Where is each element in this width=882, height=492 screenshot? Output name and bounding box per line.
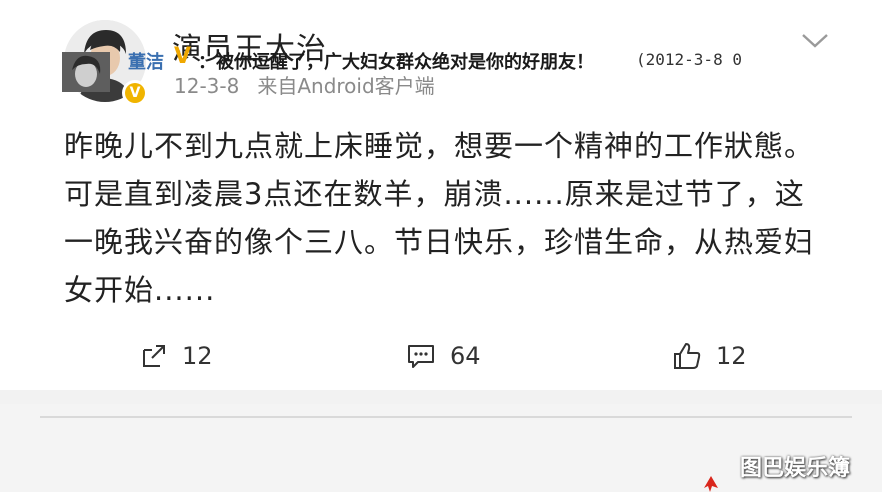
comment-button[interactable]: 64	[406, 336, 481, 376]
comment-text: ：被你逗醒了，广大妇女群众绝对是你的好朋友！	[198, 52, 594, 73]
action-bar: 12 64 12	[0, 336, 882, 376]
thumbs-up-icon	[674, 343, 701, 369]
watermark: 图巴娱乐簿	[740, 456, 851, 481]
chevron-down-icon[interactable]	[800, 30, 830, 50]
commenter-name[interactable]: 董洁	[128, 48, 164, 74]
comment-top-border	[40, 416, 852, 418]
repost-icon	[143, 345, 165, 367]
like-count: 12	[716, 342, 747, 370]
verified-badge-icon: V	[125, 83, 145, 103]
comment-count: 64	[450, 342, 481, 370]
post-content: 昨晚儿不到九点就上床睡觉，想要一个精神的工作狀態。可是直到凌晨3点还在数羊，崩溃…	[64, 129, 815, 307]
comment-date: (2012-3-8 0	[636, 50, 742, 69]
post-date: 12-3-8	[174, 74, 240, 98]
commenter-verified-icon: V	[174, 44, 192, 69]
red-arrow-icon	[704, 476, 718, 492]
repost-button[interactable]: 12	[140, 336, 213, 376]
post-meta: 12-3-8 来自Android客户端	[174, 70, 435, 99]
repost-count: 12	[182, 342, 213, 370]
section-divider	[0, 390, 882, 404]
like-button[interactable]: 12	[672, 336, 747, 376]
verified-badge: V	[122, 80, 148, 106]
post-source: 来自Android客户端	[257, 74, 435, 98]
commenter-avatar[interactable]	[62, 52, 110, 92]
comment-icon	[408, 345, 434, 368]
